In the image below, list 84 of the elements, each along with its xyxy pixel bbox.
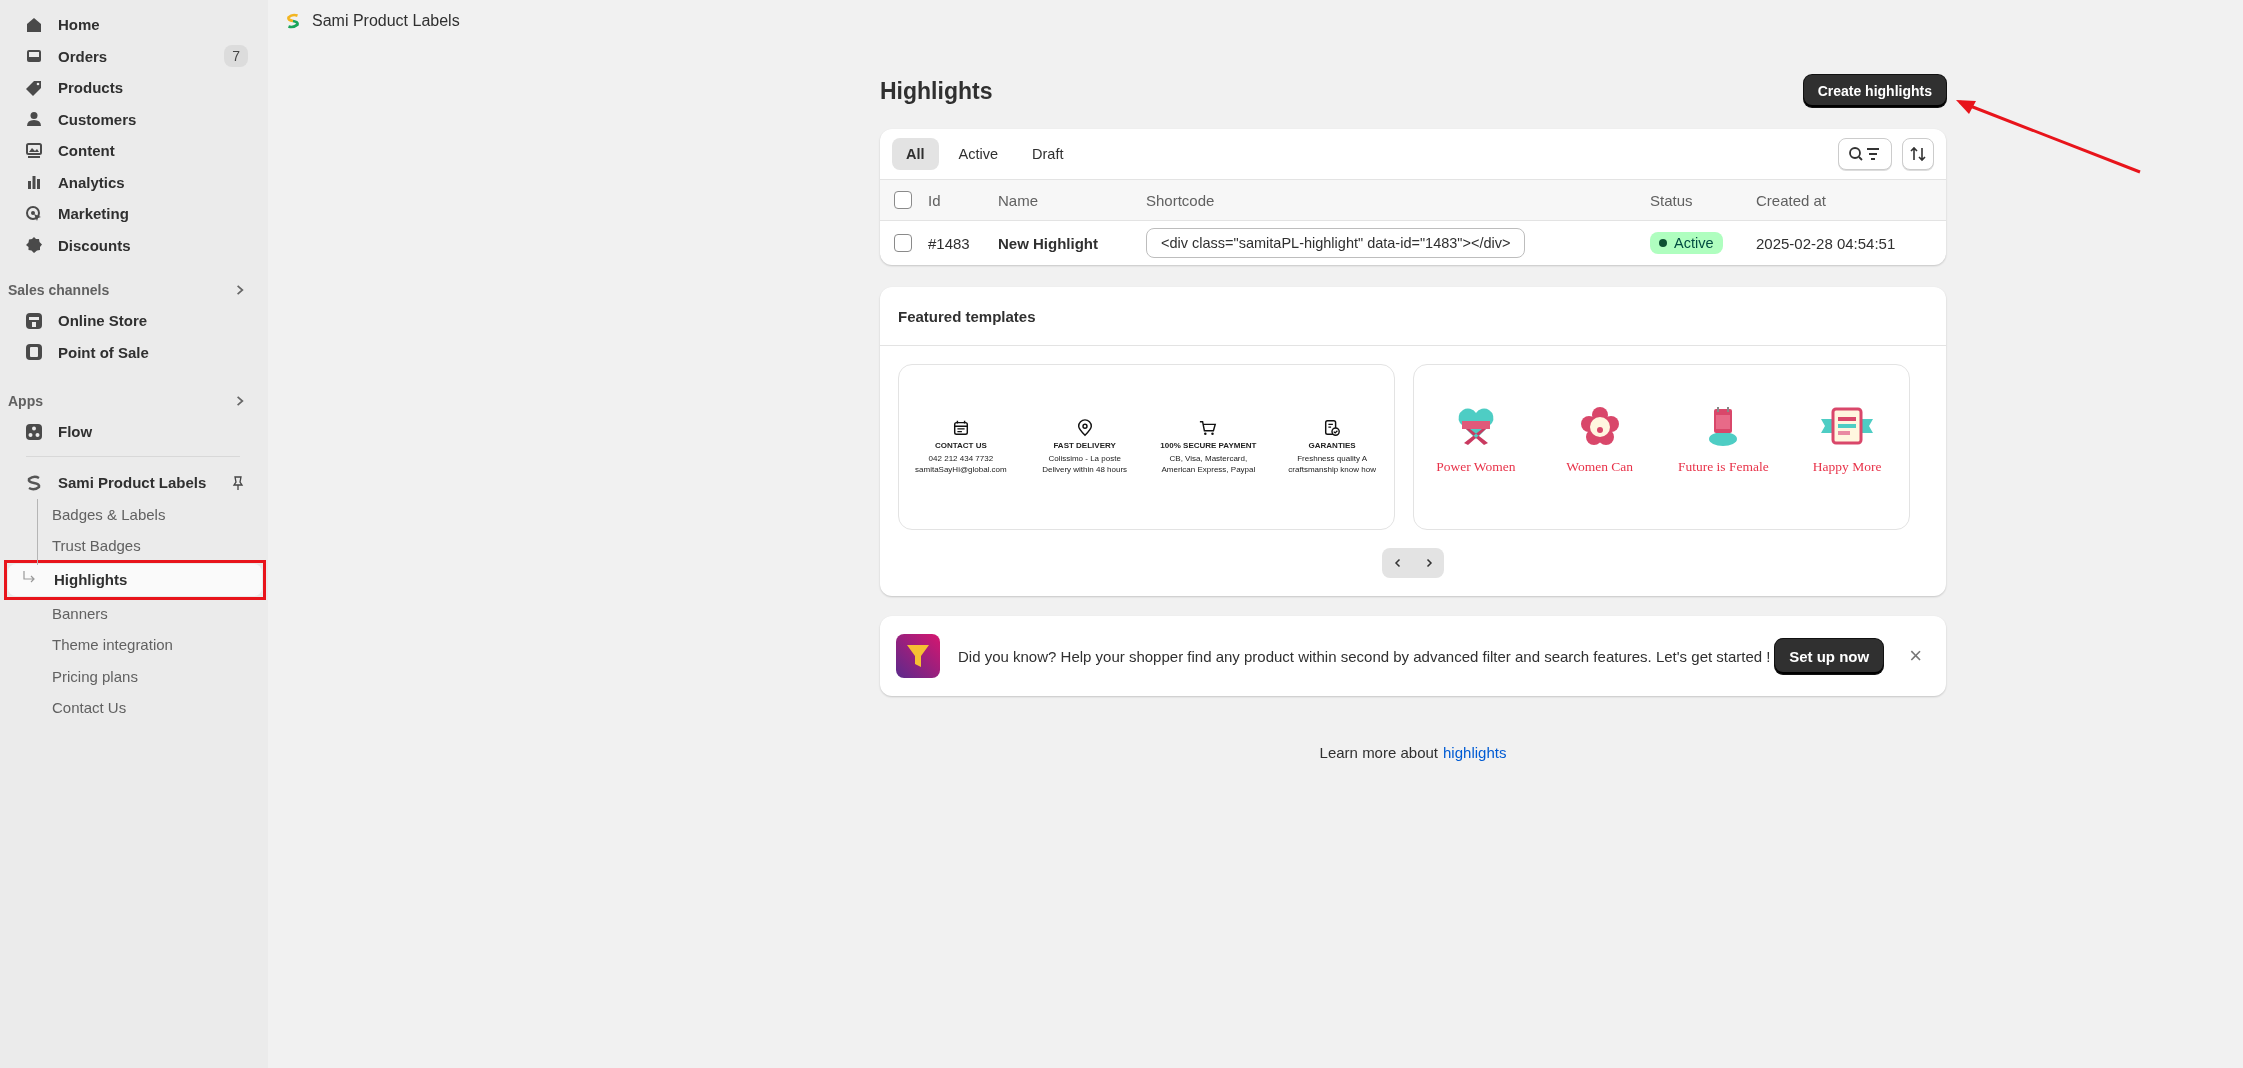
cart-icon — [1199, 419, 1218, 437]
section-heading: Apps — [8, 393, 43, 409]
section-title: Featured templates — [898, 307, 1036, 325]
row-checkbox[interactable] — [894, 234, 912, 252]
footer-text: Learn more about — [1319, 744, 1438, 761]
branch-arrow-icon — [22, 570, 36, 583]
nav-item[interactable]: Analytics — [6, 166, 260, 198]
filter-tab[interactable]: All — [892, 138, 939, 170]
feature-title: 100% SECURE PAYMENT — [1160, 441, 1257, 450]
sub-nav-item[interactable]: Banners — [6, 597, 260, 629]
nav-item[interactable]: Discounts — [6, 229, 260, 261]
nav-item[interactable]: Products — [6, 72, 260, 104]
document-check-icon — [1323, 419, 1342, 437]
search-filter-button[interactable] — [1838, 138, 1892, 170]
feature-text: craftsmanship know how — [1288, 464, 1376, 475]
sort-icon — [1908, 144, 1928, 164]
pin-icon[interactable] — [230, 474, 246, 491]
page-title: Highlights — [880, 77, 993, 105]
filter-tab[interactable]: Active — [944, 138, 1013, 170]
set-up-now-button[interactable]: Set up now — [1775, 638, 1884, 674]
app-name[interactable]: Sami Product Labels — [58, 474, 230, 491]
column-header: Created at — [1756, 191, 1828, 209]
template-caption: Power Women — [1436, 459, 1516, 475]
calendar-icon — [951, 419, 970, 437]
sub-nav-item[interactable]: Badges & Labels — [6, 498, 260, 530]
column-header: Shortcode — [1146, 191, 1216, 209]
chevron-right-icon[interactable] — [234, 284, 246, 296]
feature-text: CB, Visa, Mastercard, — [1169, 453, 1248, 464]
column-header: Id — [928, 191, 942, 209]
discount-icon — [24, 235, 44, 256]
nav-item[interactable]: Flow — [6, 416, 260, 448]
nav-item[interactable]: Marketing — [6, 198, 260, 230]
sub-nav-item[interactable]: Pricing plans — [6, 660, 260, 692]
chevron-right-icon[interactable] — [234, 395, 246, 407]
feature-text: Colissimo - La poste — [1048, 453, 1121, 464]
template-card[interactable] — [898, 364, 1395, 530]
feature-text: samitaSayHi@global.com — [915, 464, 1007, 475]
highlight-name[interactable]: New Highlight — [998, 234, 1098, 252]
flow-icon — [24, 421, 44, 442]
sub-nav-item[interactable]: Theme integration — [6, 629, 260, 661]
template-card[interactable]: Power Women Women Can Future is Female Happy More — [1413, 364, 1910, 530]
shortcode-field[interactable]: <div class="samitaPL-highlight" data-id="1483"></div> — [1146, 228, 1526, 258]
app-logo-icon — [284, 12, 302, 30]
feature-text: 042 212 434 7732 — [928, 453, 994, 464]
sub-nav-item[interactable]: Highlights — [8, 563, 262, 596]
column-header: Status — [1650, 191, 1694, 209]
location-pin-icon — [1075, 419, 1094, 437]
nav-item[interactable]: Content — [6, 135, 260, 167]
feature-text: American Express, Paypal — [1161, 464, 1256, 475]
nav-item[interactable]: Online Store — [6, 305, 260, 337]
template-caption: Future is Female — [1678, 459, 1769, 475]
highlights-link[interactable]: highlights — [1443, 744, 1507, 761]
promo-text: Did you know? Help your shopper find any product within second by advanced filter and search features. Let's get started ! — [958, 647, 1772, 665]
previous-page-button[interactable] — [1382, 548, 1413, 578]
sort-button[interactable] — [1902, 138, 1934, 170]
feature-text: Delivery within 48 hours — [1042, 464, 1128, 475]
column-header: Name — [998, 191, 1039, 209]
feature-title: CONTACT US — [934, 441, 987, 450]
sub-nav-item[interactable]: Contact Us — [6, 692, 260, 724]
order-count: 7 — [224, 45, 248, 68]
select-all-checkbox[interactable] — [894, 191, 912, 209]
content-icon — [24, 140, 44, 161]
nav-item[interactable]: Point of Sale — [6, 336, 260, 368]
section-heading: Sales channels — [8, 282, 110, 298]
table-cell: 2025-02-28 04:54:51 — [1756, 234, 1896, 252]
feature-title: FAST DELIVERY — [1053, 441, 1116, 450]
table-cell: #1483 — [928, 234, 970, 252]
create-highlights-button[interactable]: Create highlights — [1803, 75, 1946, 107]
template-caption: Happy More — [1812, 459, 1882, 475]
template-caption: Women Can — [1566, 459, 1633, 475]
nav-item[interactable]: Customers — [6, 103, 260, 135]
nav-item[interactable]: Home — [6, 9, 260, 41]
feature-title: GARANTIES — [1308, 441, 1356, 450]
app-title: Sami Product Labels — [312, 12, 460, 30]
status-badge: Active — [1650, 232, 1723, 254]
store-icon — [24, 310, 44, 331]
close-button[interactable]: × — [1905, 643, 1926, 669]
feature-text: Freshness quality A — [1297, 453, 1368, 464]
next-page-button[interactable] — [1413, 548, 1444, 578]
filter-app-icon — [896, 634, 940, 678]
nav-item[interactable]: Orders 7 — [6, 40, 260, 72]
chevron-left-icon — [1392, 558, 1403, 568]
sub-nav-item[interactable]: Trust Badges — [6, 530, 260, 562]
filter-tab[interactable]: Draft — [1018, 138, 1078, 170]
